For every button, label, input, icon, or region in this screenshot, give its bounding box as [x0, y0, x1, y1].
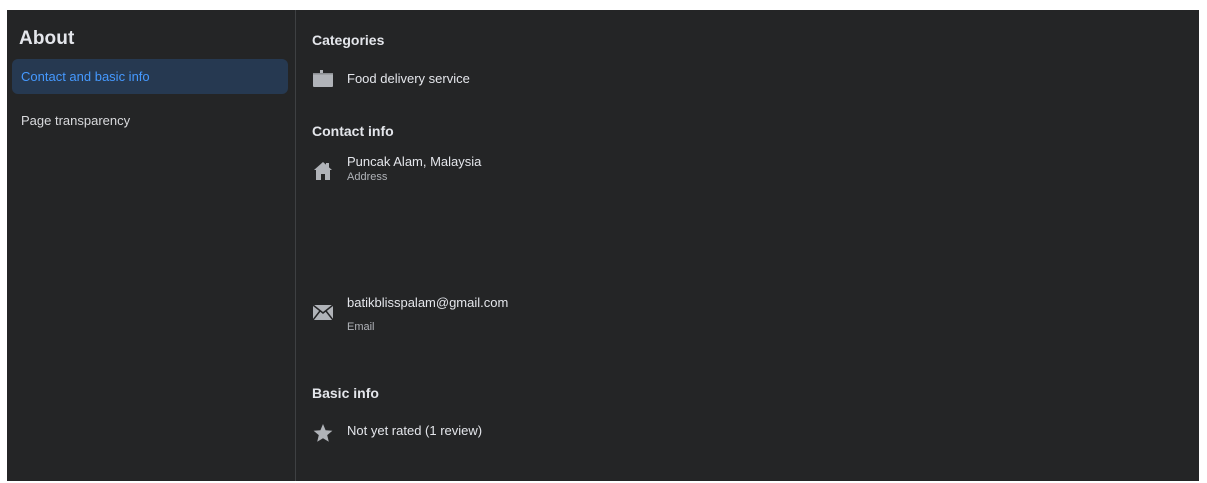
rating-row: Not yet rated (1 review): [312, 420, 482, 444]
star-icon: [312, 422, 334, 444]
address-label: Address: [347, 171, 388, 183]
sidebar-item-label: Contact and basic info: [21, 69, 150, 84]
sidebar-item-contact-and-basic-info[interactable]: Contact and basic info: [12, 59, 288, 94]
category-icon: [312, 67, 334, 89]
basic-info-heading: Basic info: [312, 385, 379, 401]
categories-heading: Categories: [312, 32, 385, 48]
sidebar-item-page-transparency[interactable]: Page transparency: [12, 103, 288, 138]
about-panel: About Contact and basic info Page transp…: [7, 10, 1199, 481]
sidebar-item-label: Page transparency: [21, 113, 131, 128]
email-row: batikblisspalam@gmail.com Email: [312, 295, 508, 334]
address-row: Puncak Alam, Malaysia Address: [312, 154, 481, 184]
about-sidebar: About Contact and basic info Page transp…: [7, 10, 296, 481]
envelope-icon: [312, 301, 334, 323]
email-value[interactable]: batikblisspalam@gmail.com: [347, 295, 508, 311]
contact-info-heading: Contact info: [312, 123, 394, 139]
category-label[interactable]: Food delivery service: [347, 71, 470, 87]
rating-value[interactable]: Not yet rated (1 review): [347, 423, 482, 439]
category-row: Food delivery service: [312, 67, 470, 89]
address-value[interactable]: Puncak Alam, Malaysia: [347, 154, 481, 170]
about-content: Categories Food delivery service Contact…: [296, 10, 1199, 481]
home-icon: [312, 160, 334, 182]
email-label: Email: [347, 321, 375, 333]
sidebar-title: About: [19, 28, 75, 49]
